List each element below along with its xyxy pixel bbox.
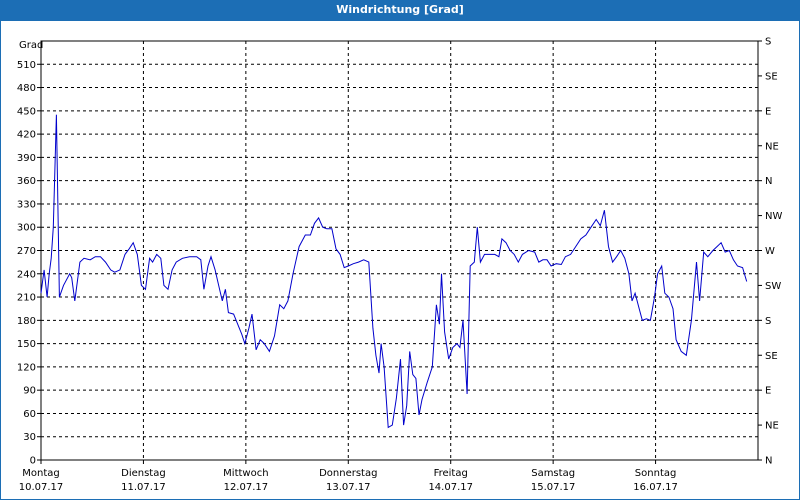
y-right-tick-label: N <box>765 456 772 467</box>
series-layer <box>40 114 748 429</box>
y-axis-title: Grad <box>19 40 43 51</box>
y-right-tick-label: SE <box>765 71 778 82</box>
y-tick-label: 510 <box>17 60 36 71</box>
x-tick-date-label: 11.07.17 <box>121 482 166 493</box>
y-right-tick-label: NW <box>765 211 782 222</box>
y-right-tick-label: E <box>765 106 771 117</box>
plot-area <box>40 40 759 461</box>
x-tick-date-label: 16.07.17 <box>633 482 678 493</box>
y-tick-label: 360 <box>17 176 36 187</box>
x-tick-date-label: 12.07.17 <box>224 482 269 493</box>
y-right-tick-label: N <box>765 176 772 187</box>
y-tick-label: 120 <box>17 362 36 373</box>
x-tick-date-label: 10.07.17 <box>19 482 64 493</box>
y-tick-label: 240 <box>17 269 36 280</box>
x-tick-day-label: Montag <box>22 468 59 479</box>
y-tick-label: 270 <box>17 246 36 257</box>
y-right-tick-label: NE <box>765 141 779 152</box>
y-axis-left: 0 30 60 90 120 150 180 210 240 270 300 330 360 390 420… <box>17 60 41 467</box>
y-tick-label: 0 <box>30 456 36 467</box>
x-tick-day-label: Samstag <box>531 468 575 479</box>
x-tick-date-label: 14.07.17 <box>428 482 473 493</box>
x-axis: Montag 10.07.17 Dienstag 11.07.17 Mittwoch 12… <box>19 460 678 493</box>
y-right-tick-label: E <box>765 386 771 397</box>
grid <box>41 41 758 460</box>
y-right-tick-label: SE <box>765 351 778 362</box>
x-tick-day-label: Freitag <box>434 468 468 479</box>
x-tick-day-label: Sonntag <box>635 468 677 479</box>
y-right-tick-label: W <box>765 246 775 257</box>
y-right-tick-label: S <box>765 316 771 327</box>
window-title: Windrichtung [Grad] <box>0 0 800 20</box>
y-tick-label: 480 <box>17 83 36 94</box>
y-right-tick-label: S <box>765 37 771 48</box>
x-tick-day-label: Mittwoch <box>223 468 268 479</box>
x-tick-date-label: 15.07.17 <box>531 482 576 493</box>
y-right-tick-label: SW <box>765 281 781 292</box>
chart-frame: 0 30 60 90 120 150 180 210 240 270 300 330 360 390 420… <box>0 20 800 500</box>
y-tick-label: 210 <box>17 293 36 304</box>
y-tick-label: 90 <box>23 386 36 397</box>
y-tick-label: 180 <box>17 316 36 327</box>
x-tick-day-label: Donnerstag <box>319 468 377 479</box>
wind-direction-chart: 0 30 60 90 120 150 180 210 240 270 300 330 360 390 420… <box>17 37 783 494</box>
y-axis-right: N NE E SE S SW W NW N NE E SE S <box>758 37 782 467</box>
y-tick-label: 330 <box>17 199 36 210</box>
y-tick-label: 300 <box>17 223 36 234</box>
y-tick-label: 390 <box>17 153 36 164</box>
y-tick-label: 30 <box>23 432 36 443</box>
y-tick-label: 420 <box>17 130 36 141</box>
y-tick-label: 450 <box>17 106 36 117</box>
y-tick-label: 60 <box>23 409 36 420</box>
x-tick-day-label: Dienstag <box>121 468 166 479</box>
y-right-tick-label: NE <box>765 421 779 432</box>
series-line <box>40 114 748 429</box>
x-tick-date-label: 13.07.17 <box>326 482 371 493</box>
y-tick-label: 150 <box>17 339 36 350</box>
